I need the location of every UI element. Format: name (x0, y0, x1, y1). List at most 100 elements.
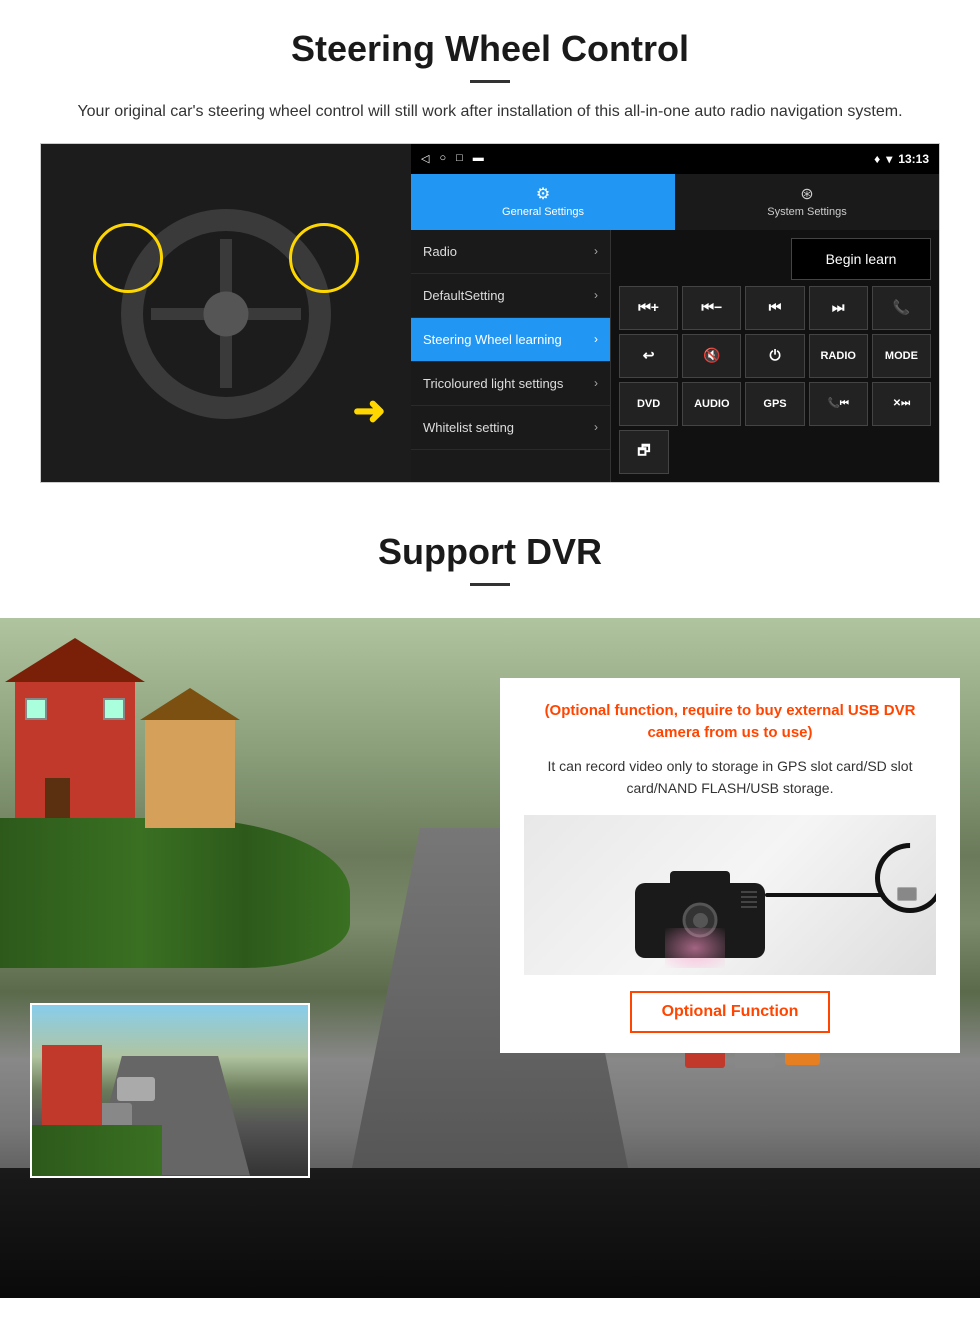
camera-lens-inner (693, 913, 708, 928)
call-prev-button[interactable]: 📞⏮ (809, 382, 868, 426)
dvr-optional-text: (Optional function, require to buy exter… (524, 700, 936, 745)
steering-desc: Your original car's steering wheel contr… (60, 99, 920, 125)
hangup-button[interactable]: ↩ (619, 334, 678, 378)
control-row-3: DVD AUDIO GPS 📞⏮ ✕⏭ (619, 382, 931, 426)
gear-icon: ⚙ (416, 184, 670, 204)
menu-item-radio[interactable]: Radio › (411, 230, 610, 274)
highlight-right (289, 223, 359, 293)
building-group (15, 678, 135, 818)
arrow-indicator: ➜ (352, 388, 386, 434)
house-roof (5, 638, 145, 682)
dvr-section: Support DVR (0, 507, 980, 1298)
menu-item-default-label: DefaultSetting (423, 288, 505, 303)
chevron-icon-3: › (594, 332, 598, 346)
dvr-thumbnail (30, 1003, 310, 1178)
menu-item-tricoloured[interactable]: Tricoloured light settings › (411, 362, 610, 406)
control-row-1: ⏮+ ⏮− ⏮ ⏭ 📞 (619, 286, 931, 330)
extra-button[interactable]: 🗗 (619, 430, 669, 474)
building-2-body (145, 718, 235, 828)
mute-button[interactable]: 🔇 (682, 334, 741, 378)
control-row-4: 🗗 (619, 430, 931, 474)
camera-mount (670, 871, 730, 885)
call-button[interactable]: 📞 (872, 286, 931, 330)
chevron-icon-5: › (594, 420, 598, 434)
dvr-title-area: Support DVR (0, 507, 980, 618)
menu-item-whitelist[interactable]: Whitelist setting › (411, 406, 610, 450)
android-ui-panel: ◁ ○ □ ▬ ♦ ▾ 13:13 ⚙ General Settings (411, 144, 939, 482)
dvr-background: (Optional function, require to buy exter… (0, 618, 980, 1298)
steering-section: Steering Wheel Control Your original car… (0, 0, 980, 483)
optional-function-container: Optional Function (524, 991, 936, 1033)
begin-learn-area: Begin learn (619, 238, 931, 280)
power-button[interactable]: ⏻ (745, 334, 804, 378)
thumb-hedge (32, 1125, 162, 1178)
menu-item-whitelist-label: Whitelist setting (423, 420, 514, 435)
steering-controls-panel: Begin learn ⏮+ ⏮− ⏮ ⏭ 📞 ↩ 🔇 ⏻ (611, 230, 939, 482)
recents-icon[interactable]: □ (456, 152, 463, 165)
vent-2 (741, 896, 757, 898)
radio-button[interactable]: RADIO (809, 334, 868, 378)
dvr-title-divider (470, 583, 510, 586)
tab-general-settings[interactable]: ⚙ General Settings (411, 174, 675, 230)
highlight-left (93, 223, 163, 293)
gps-button[interactable]: GPS (745, 382, 804, 426)
vol-down-button[interactable]: ⏮− (682, 286, 741, 330)
chevron-icon-2: › (594, 288, 598, 302)
vent-3 (741, 901, 757, 903)
tab-general-label: General Settings (502, 206, 584, 218)
thumb-car-2 (117, 1077, 155, 1101)
thumbnail-image (32, 1005, 308, 1176)
control-row-2: ↩ 🔇 ⏻ RADIO MODE (619, 334, 931, 378)
menu-item-steering-wheel[interactable]: Steering Wheel learning › (411, 318, 610, 362)
title-divider (470, 80, 510, 83)
android-statusbar: ◁ ○ □ ▬ ♦ ▾ 13:13 (411, 144, 939, 174)
time-display: 13:13 (898, 152, 929, 166)
steering-wheel-photo: ➜ (41, 144, 411, 483)
usb-cable (765, 893, 885, 897)
chevron-icon-4: › (594, 376, 598, 390)
tab-system-settings[interactable]: ⊛ System Settings (675, 174, 939, 230)
settings-menu: Radio › DefaultSetting › Steering Wheel … (411, 230, 611, 482)
location-icon: ♦ (874, 152, 880, 166)
end-next-button[interactable]: ✕⏭ (872, 382, 931, 426)
chevron-icon: › (594, 244, 598, 258)
house-window (25, 698, 47, 720)
dashboard-area (0, 1168, 980, 1298)
home-icon[interactable]: ○ (439, 152, 446, 165)
back-icon[interactable]: ◁ (421, 152, 429, 165)
steering-panel: ➜ ◁ ○ □ ▬ ♦ ▾ 13:13 ⚙ (40, 143, 940, 483)
thumb-house (42, 1045, 102, 1125)
menu-item-default-setting[interactable]: DefaultSetting › (411, 274, 610, 318)
next-button[interactable]: ⏭ (809, 286, 868, 330)
begin-learn-button[interactable]: Begin learn (791, 238, 931, 280)
cable-coil (861, 828, 936, 927)
dvr-title: Support DVR (40, 531, 940, 573)
usb-connector (897, 887, 917, 901)
vol-up-button[interactable]: ⏮+ (619, 286, 678, 330)
prev-button[interactable]: ⏮ (745, 286, 804, 330)
steering-title: Steering Wheel Control (40, 28, 940, 70)
camera-body (635, 883, 765, 958)
house-door (45, 778, 70, 818)
optional-function-button[interactable]: Optional Function (630, 991, 831, 1033)
building-2-roof (140, 688, 240, 720)
statusbar-status-icons: ♦ ▾ 13:13 (874, 152, 929, 166)
vent-4 (741, 906, 757, 908)
audio-button[interactable]: AUDIO (682, 382, 741, 426)
dvr-info-card: (Optional function, require to buy exter… (500, 678, 960, 1054)
vent-1 (741, 891, 757, 893)
menu-item-tricoloured-label: Tricoloured light settings (423, 376, 563, 391)
system-icon: ⊛ (680, 184, 934, 204)
dvr-camera-image (524, 815, 936, 975)
android-tabs: ⚙ General Settings ⊛ System Settings (411, 174, 939, 230)
wifi-icon: ▾ (886, 152, 892, 166)
statusbar-nav-icons: ◁ ○ □ ▬ (421, 152, 484, 165)
house-window2 (103, 698, 125, 720)
building-2 (145, 718, 235, 828)
mode-button[interactable]: MODE (872, 334, 931, 378)
dvd-button[interactable]: DVD (619, 382, 678, 426)
menu-icon[interactable]: ▬ (473, 152, 484, 165)
camera-light (665, 928, 725, 968)
android-content: Radio › DefaultSetting › Steering Wheel … (411, 230, 939, 482)
tab-system-label: System Settings (767, 206, 846, 218)
